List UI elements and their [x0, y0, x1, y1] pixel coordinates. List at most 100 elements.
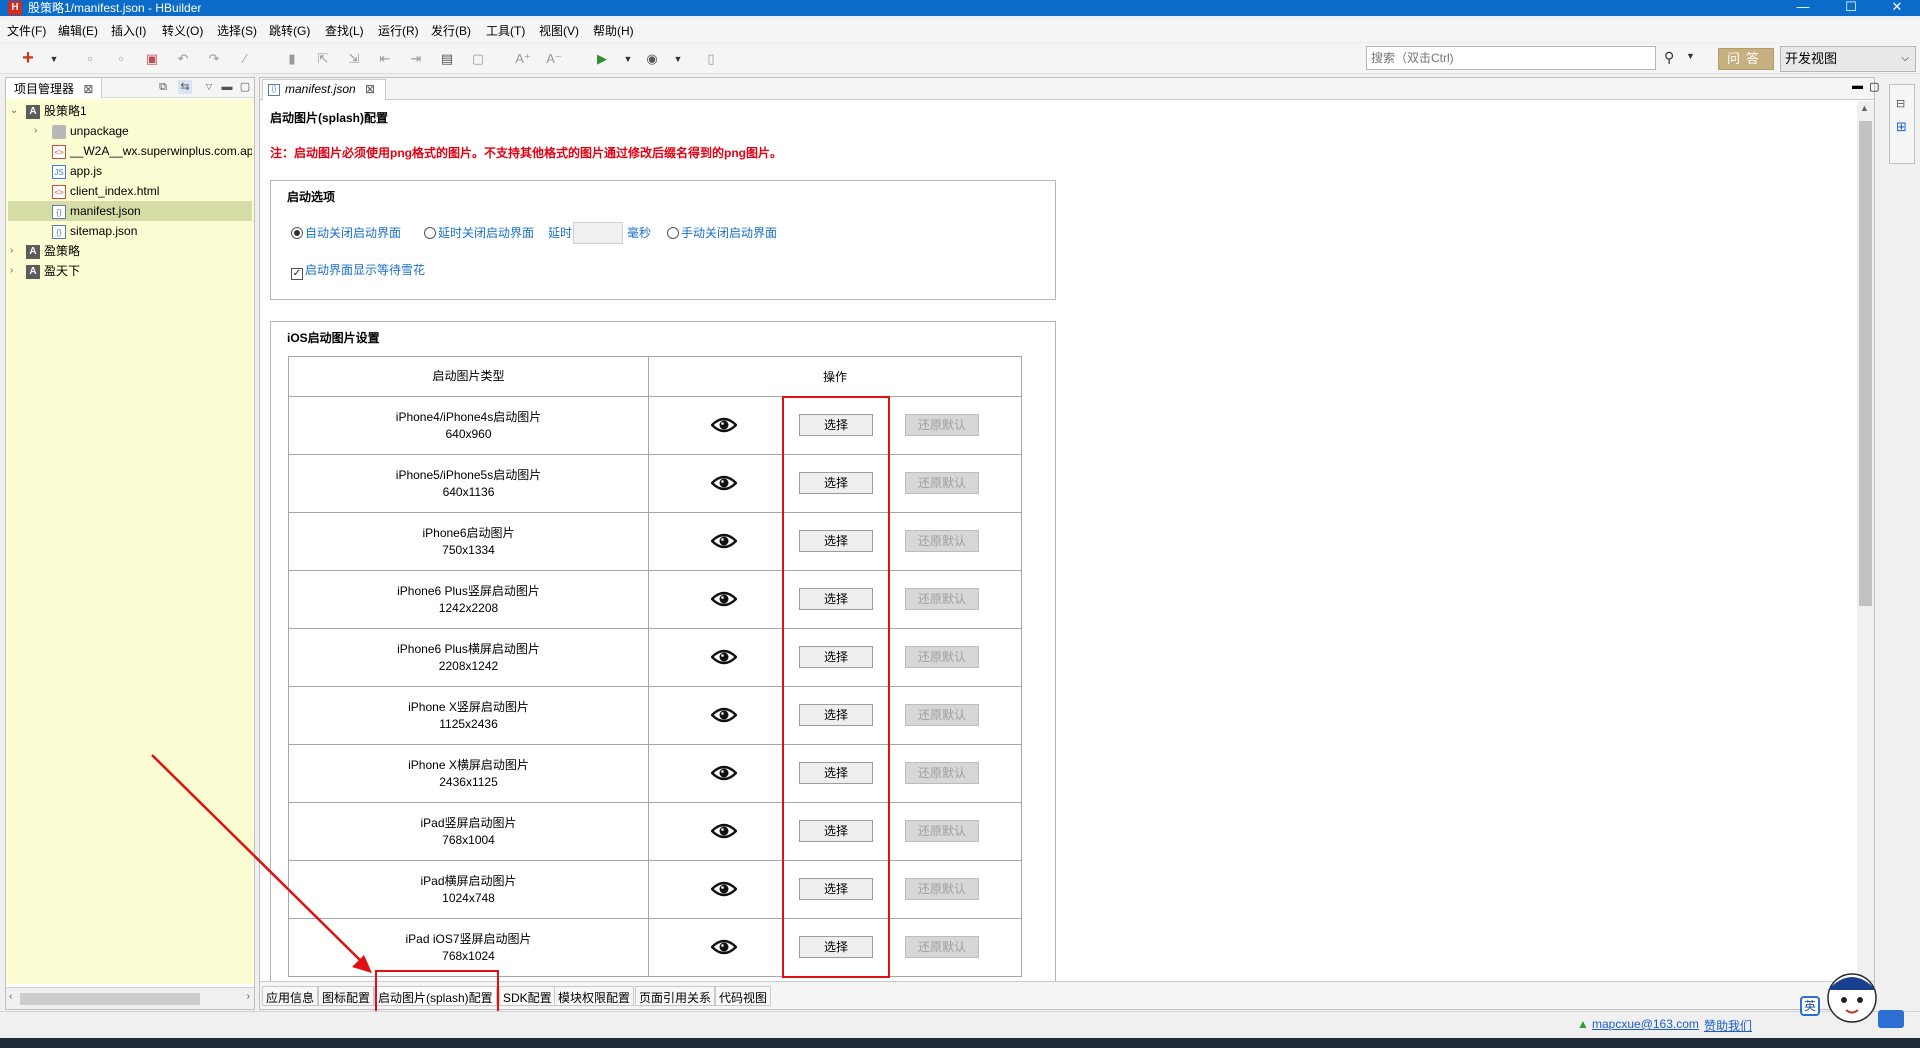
vertical-scrollbar[interactable]: ▲ [1857, 101, 1874, 981]
collapse-all-icon[interactable]: ⧉ [156, 80, 170, 94]
restore-default-button[interactable]: 还原默认 [905, 704, 979, 726]
expand-down-icon[interactable]: ⌄ [10, 101, 20, 121]
new-icon[interactable]: + [20, 48, 36, 68]
maximize-button[interactable]: ☐ [1828, 0, 1874, 16]
close-icon[interactable]: ⊠ [365, 82, 375, 96]
save-all-icon[interactable]: ▫ [113, 51, 129, 67]
radio-manual-close[interactable]: 手动关闭启动界面 [667, 224, 777, 241]
maximize-editor-icon[interactable]: ▢ [1869, 80, 1879, 93]
tree-project-gucelue1[interactable]: ⌄ A 股策略1 [10, 101, 250, 121]
link-editor-icon[interactable]: ⇆ [178, 80, 192, 94]
restore-default-button[interactable]: 还原默认 [905, 878, 979, 900]
scroll-left-icon[interactable]: ‹ [9, 991, 12, 1002]
restore-default-button[interactable]: 还原默认 [905, 414, 979, 436]
expand-right-icon[interactable]: › [34, 121, 44, 141]
run-icon[interactable]: ▶ [594, 51, 610, 67]
account-email-link[interactable]: mapcxue@163.com [1592, 1017, 1699, 1031]
tab-code-view[interactable]: 代码视图 [715, 986, 772, 1006]
preview-eye-icon[interactable] [711, 936, 737, 958]
maximize-panel-icon[interactable]: ▢ [238, 80, 252, 94]
ime-language-badge[interactable]: 英 [1800, 996, 1820, 1016]
tree-file-sitemap[interactable]: {} sitemap.json [52, 221, 252, 241]
font-increase-icon[interactable]: A⁺ [515, 51, 531, 67]
preview-eye-icon[interactable] [711, 646, 737, 668]
menu-find[interactable]: 查找(L) [325, 23, 364, 39]
tab-page-references[interactable]: 页面引用关系 [635, 986, 716, 1006]
restore-default-button[interactable]: 还原默认 [905, 936, 979, 958]
format-icon[interactable]: ⁄ [237, 51, 253, 67]
view-menu-icon[interactable]: ▽ [202, 80, 216, 94]
menu-escape[interactable]: 转义(O) [162, 23, 203, 39]
restore-default-button[interactable]: 还原默认 [905, 646, 979, 668]
project-manager-tab[interactable]: 项目管理器 ⊠ [6, 78, 103, 98]
scroll-up-icon[interactable]: ▲ [1860, 103, 1869, 113]
restore-default-button[interactable]: 还原默认 [905, 472, 979, 494]
next-bookmark-icon[interactable]: ⇲ [346, 51, 362, 67]
menu-publish[interactable]: 发行(B) [431, 23, 471, 39]
bookmark-icon[interactable]: ▮ [284, 51, 300, 67]
menu-edit[interactable]: 编辑(E) [58, 23, 98, 39]
menu-help[interactable]: 帮助(H) [593, 23, 634, 39]
menu-goto[interactable]: 跳转(G) [269, 23, 310, 39]
expand-right-icon[interactable]: › [10, 261, 20, 281]
close-file-icon[interactable]: ▣ [144, 51, 160, 67]
preview-icon[interactable]: ▯ [703, 51, 719, 67]
perspective-select[interactable]: 开发视图 ⌵ [1780, 46, 1916, 72]
menu-view[interactable]: 视图(V) [539, 23, 579, 39]
preview-eye-icon[interactable] [711, 878, 737, 900]
delay-ms-input[interactable] [573, 222, 623, 244]
outline-icon[interactable]: ▤ [439, 51, 455, 67]
radio-auto-close[interactable]: 自动关闭启动界面 [291, 224, 401, 241]
minimize-panel-icon[interactable]: ▬ [220, 80, 234, 94]
expand-right-icon[interactable]: › [10, 241, 20, 261]
new-dropdown-icon[interactable]: ▼ [46, 51, 62, 67]
tab-app-info[interactable]: 应用信息 [262, 986, 319, 1006]
menu-file[interactable]: 文件(F) [7, 23, 46, 39]
menu-tools[interactable]: 工具(T) [486, 23, 525, 39]
menu-insert[interactable]: 插入(I) [111, 23, 146, 39]
preview-eye-icon[interactable] [711, 414, 737, 436]
restore-default-button[interactable]: 还原默认 [905, 820, 979, 842]
tree-file-manifest[interactable]: {} manifest.json [8, 201, 252, 221]
search-input[interactable] [1367, 47, 1637, 69]
minimize-button[interactable]: — [1780, 0, 1826, 16]
restore-default-button[interactable]: 还原默认 [905, 762, 979, 784]
redo-icon[interactable]: ↷ [206, 51, 222, 67]
preview-eye-icon[interactable] [711, 472, 737, 494]
preview-eye-icon[interactable] [711, 704, 737, 726]
tab-module-permissions[interactable]: 模块权限配置 [554, 986, 635, 1006]
jump-start-icon[interactable]: ⇤ [377, 51, 393, 67]
tab-icon-config[interactable]: 图标配置 [318, 986, 375, 1006]
close-icon[interactable]: ⊠ [83, 82, 93, 96]
tree-file-client-index[interactable]: <> client_index.html [52, 181, 252, 201]
run-dropdown-icon[interactable]: ▼ [620, 51, 636, 67]
tree-project-yingtianxia[interactable]: › A 盈天下 [10, 261, 250, 281]
sponsor-link[interactable]: 赞助我们 [1704, 1017, 1752, 1034]
radio-delay-close[interactable]: 延时关闭启动界面 [424, 224, 534, 241]
preview-eye-icon[interactable] [711, 762, 737, 784]
jump-end-icon[interactable]: ⇥ [408, 51, 424, 67]
checkbox-wait-snow[interactable]: ✓ 启动界面显示等待雪花 [291, 261, 425, 280]
undo-icon[interactable]: ↶ [175, 51, 191, 67]
scrollbar-thumb[interactable] [20, 993, 200, 1005]
editor-tab-manifest[interactable]: {} manifest.json ⊠ [262, 79, 387, 100]
tree-project-yingcelue[interactable]: › A 盈策略 [10, 241, 250, 261]
scrollbar-thumb[interactable] [1859, 121, 1872, 606]
browser-dropdown-icon[interactable]: ▼ [670, 51, 686, 67]
restore-default-button[interactable]: 还原默认 [905, 588, 979, 610]
menu-select[interactable]: 选择(S) [217, 23, 257, 39]
restore-default-button[interactable]: 还原默认 [905, 530, 979, 552]
horizontal-scrollbar[interactable]: ‹ › [6, 987, 254, 1009]
menu-run[interactable]: 运行(R) [378, 23, 419, 39]
find-icon[interactable]: ▢ [470, 51, 486, 67]
scroll-right-icon[interactable]: › [247, 991, 250, 1002]
tree-file-w2a[interactable]: <> __W2A__wx.superwinplus.com.ap [52, 141, 252, 161]
tree-folder-unpackage[interactable]: › unpackage [34, 121, 246, 141]
save-icon[interactable]: ▫ [82, 51, 98, 67]
ask-button[interactable]: 问答 [1718, 48, 1774, 70]
preview-eye-icon[interactable] [711, 530, 737, 552]
preview-eye-icon[interactable] [711, 588, 737, 610]
structure-view-icon[interactable]: ⊞ [1896, 119, 1907, 135]
close-button[interactable]: ✕ [1874, 0, 1920, 16]
search-button[interactable]: ⚲ ▼ [1660, 47, 1700, 69]
